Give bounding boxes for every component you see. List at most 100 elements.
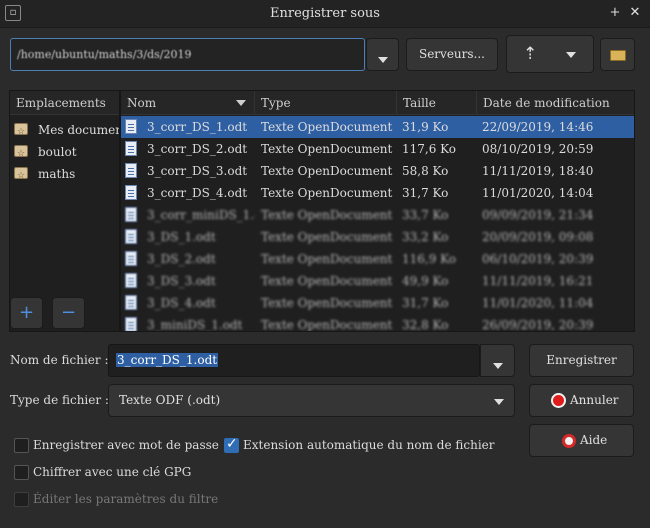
column-name-label: Nom [127, 96, 157, 110]
file-row[interactable]: 3_miniDS_1.odt Texte OpenDocument 32,8 Ko 2… [121, 314, 634, 332]
folder-star-icon [14, 165, 28, 185]
place-item-boulot[interactable]: boulot [10, 141, 119, 163]
file-date: 06/10/2019, 20:39 [482, 252, 594, 266]
file-size: 32,8 Ko [402, 318, 449, 332]
document-icon [125, 229, 137, 244]
file-name: 3_miniDS_1.odt [147, 318, 243, 332]
filename-value: 3_corr_DS_1.odt [116, 353, 219, 367]
file-name: 3_DS_2.odt [147, 252, 216, 266]
close-icon[interactable]: ✕ [627, 5, 643, 21]
file-date: 11/01/2020, 14:04 [482, 186, 594, 200]
column-header-type[interactable]: Type [255, 91, 397, 115]
up-folder-button[interactable]: ⇡ [506, 35, 594, 73]
title-bar: ▫ Enregistrer sous + ✕ [0, 0, 650, 28]
document-icon [125, 207, 137, 222]
file-name: 3_corr_miniDS_1.odt [147, 208, 255, 222]
file-type: Texte OpenDocument [261, 296, 393, 310]
document-icon [125, 185, 137, 200]
save-button[interactable]: Enregistrer [529, 344, 634, 377]
file-size: 31,7 Ko [402, 186, 449, 200]
path-value: /home/ubuntu/maths/3/ds/2019 [17, 48, 192, 61]
file-size: 31,7 Ko [402, 296, 449, 310]
file-row[interactable]: 3_DS_2.odt Texte OpenDocument 116,9 Ko 06/1… [121, 248, 634, 270]
cancel-icon [551, 393, 566, 408]
new-folder-button[interactable] [600, 38, 635, 71]
file-list: Nom Type Taille Date de modification 3_c… [120, 90, 635, 332]
file-name: 3_corr_DS_2.odt [147, 142, 248, 156]
gpg-checkbox[interactable] [14, 465, 29, 480]
file-date: 26/09/2019, 20:39 [482, 318, 594, 332]
file-row[interactable]: 3_DS_4.odt Texte OpenDocument 31,7 Ko 11/01… [121, 292, 634, 314]
file-type: Texte OpenDocument [261, 252, 393, 266]
file-row[interactable]: 3_corr_miniDS_1.odt Texte OpenDocument 33,… [121, 204, 634, 226]
file-type: Texte OpenDocument [261, 230, 393, 244]
file-name: 3_corr_DS_3.odt [147, 164, 248, 178]
filename-dropdown-button[interactable] [480, 344, 515, 377]
place-item-maths[interactable]: maths [10, 163, 119, 185]
filename-label: Nom de fichier : [10, 353, 109, 367]
file-date: 11/11/2019, 16:21 [482, 274, 594, 288]
file-name: 3_corr_DS_1.odt [147, 120, 248, 134]
help-label: Aide [580, 433, 608, 447]
document-icon [125, 317, 137, 331]
file-type: Texte OpenDocument [261, 142, 393, 156]
file-type: Texte OpenDocument [261, 274, 393, 288]
path-history-dropdown-button[interactable] [366, 38, 399, 71]
file-row[interactable]: 3_corr_DS_3.odt Texte OpenDocument 58,8 Ko… [121, 160, 634, 182]
password-option-label: Enregistrer avec mot de passe [33, 438, 219, 452]
file-name: 3_DS_3.odt [147, 274, 216, 288]
password-checkbox[interactable] [14, 438, 29, 453]
path-input[interactable]: /home/ubuntu/maths/3/ds/2019 [10, 38, 365, 71]
file-date: 11/11/2019, 18:40 [482, 164, 594, 178]
file-date: 22/09/2019, 14:46 [482, 120, 594, 134]
file-row[interactable]: 3_DS_3.odt Texte OpenDocument 49,9 Ko 11/11… [121, 270, 634, 292]
cancel-label: Annuler [570, 393, 619, 407]
chevron-down-icon [377, 57, 388, 63]
file-name: 3_DS_1.odt [147, 230, 216, 244]
file-row[interactable]: 3_DS_1.odt Texte OpenDocument 33,2 Ko 20/09… [121, 226, 634, 248]
document-icon [125, 119, 137, 134]
document-icon [125, 273, 137, 288]
chevron-down-icon [492, 363, 503, 369]
document-icon [125, 141, 137, 156]
filetype-value: Texte ODF (.odt) [119, 393, 221, 407]
file-row[interactable]: 3_corr_DS_4.odt Texte OpenDocument 31,7 Ko… [121, 182, 634, 204]
file-date: 11/01/2020, 11:04 [482, 296, 594, 310]
gpg-option-label: Chiffrer avec une clé GPG [33, 465, 192, 479]
place-label: Mes documents [38, 123, 119, 137]
filename-input[interactable]: 3_corr_DS_1.odt [108, 344, 480, 377]
file-size: 31,9 Ko [402, 120, 449, 134]
place-item-mes-documents[interactable]: Mes documents [10, 119, 119, 141]
column-header-name[interactable]: Nom [121, 91, 255, 115]
filetype-label: Type de fichier : [10, 393, 109, 407]
filter-settings-checkbox [14, 492, 29, 507]
file-date: 20/09/2019, 09:08 [482, 230, 594, 244]
pin-icon[interactable]: + [607, 5, 623, 21]
servers-button[interactable]: Serveurs... [406, 38, 498, 71]
arrow-up-icon: ⇡ [523, 44, 538, 64]
place-label: maths [38, 167, 76, 181]
file-date: 08/10/2019, 20:59 [482, 142, 594, 156]
file-row[interactable]: 3_corr_DS_1.odt Texte OpenDocument 31,9 Ko… [121, 116, 634, 138]
places-panel: Emplacements Mes documents boulot maths [9, 90, 120, 332]
document-icon [125, 163, 137, 178]
cancel-button[interactable]: Annuler [529, 384, 634, 417]
auto-extension-checkbox[interactable] [224, 436, 239, 453]
document-icon [125, 251, 137, 266]
column-header-size[interactable]: Taille [397, 91, 477, 115]
file-row[interactable]: 3_corr_DS_2.odt Texte OpenDocument 117,6 K… [121, 138, 634, 160]
remove-place-button[interactable]: − [52, 297, 85, 329]
folder-new-icon [610, 50, 626, 61]
add-place-button[interactable]: + [10, 297, 43, 329]
file-name: 3_DS_4.odt [147, 296, 216, 310]
help-button[interactable]: Aide [529, 424, 634, 457]
file-size: 33,7 Ko [402, 208, 449, 222]
column-header-date[interactable]: Date de modification [477, 91, 634, 115]
window-title: Enregistrer sous [270, 6, 380, 21]
document-icon [125, 295, 137, 310]
filetype-select[interactable]: Texte ODF (.odt) [108, 384, 515, 417]
file-size: 116,9 Ko [402, 252, 457, 266]
file-size: 58,8 Ko [402, 164, 449, 178]
folder-star-icon [14, 121, 28, 141]
file-type: Texte OpenDocument [261, 208, 393, 222]
